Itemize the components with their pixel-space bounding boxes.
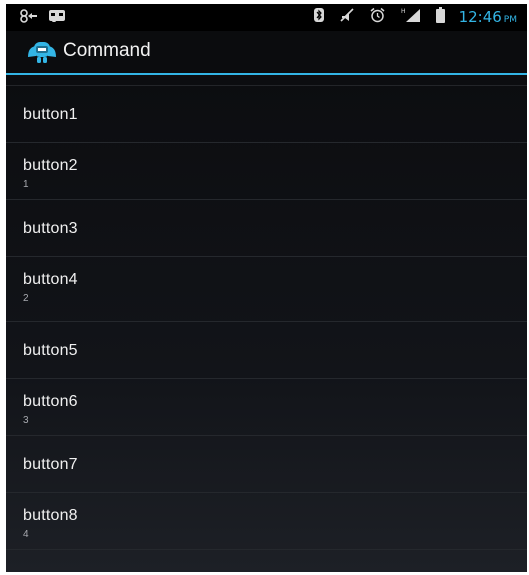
android-robot-icon[interactable] (26, 39, 58, 65)
preference-list[interactable]: button1 button2 1 button3 button4 2 butt… (6, 75, 527, 572)
list-item-title: button4 (23, 271, 78, 288)
list-item-partial-top (6, 75, 527, 86)
list-item-summary: 3 (23, 415, 29, 426)
status-bar: H 12:46 PM (6, 4, 527, 31)
list-item-summary: 1 (23, 179, 29, 190)
svg-text:H: H (401, 8, 406, 15)
list-item-button2[interactable]: button2 1 (6, 143, 527, 200)
list-item-summary: 4 (23, 529, 29, 540)
usb-debug-icon (20, 8, 38, 27)
voicemail-icon (48, 8, 66, 27)
action-bar-title: Command (63, 40, 151, 61)
battery-icon (435, 7, 445, 27)
list-item-button4[interactable]: button4 2 (6, 257, 527, 322)
status-bar-left (20, 8, 66, 27)
status-bar-right: H 12:46 PM (313, 7, 517, 27)
list-item-button7[interactable]: button7 (6, 436, 527, 493)
signal-icon: H (400, 7, 422, 27)
bluetooth-icon (313, 7, 325, 27)
list-item-button5[interactable]: button5 (6, 322, 527, 379)
list-item-button3[interactable]: button3 (6, 200, 527, 257)
alarm-icon (369, 7, 386, 27)
list-item-partial-bottom (6, 550, 527, 572)
list-item-button1[interactable]: button1 (6, 86, 527, 143)
list-item-title: button5 (23, 342, 78, 359)
mute-icon (339, 7, 355, 27)
list-item-button6[interactable]: button6 3 (6, 379, 527, 436)
list-item-title: button6 (23, 393, 78, 410)
list-item-title: button1 (23, 106, 78, 123)
list-item-summary: 2 (23, 293, 29, 304)
list-item-title: button2 (23, 157, 78, 174)
action-bar: Command (6, 31, 527, 75)
status-clock: 12:46 PM (458, 8, 517, 26)
list-item-title: button7 (23, 456, 78, 473)
list-item-title: button8 (23, 507, 78, 524)
phone-screen: H 12:46 PM Command button1 button2 1 but… (6, 4, 527, 572)
list-item-button8[interactable]: button8 4 (6, 493, 527, 550)
list-item-title: button3 (23, 220, 78, 237)
